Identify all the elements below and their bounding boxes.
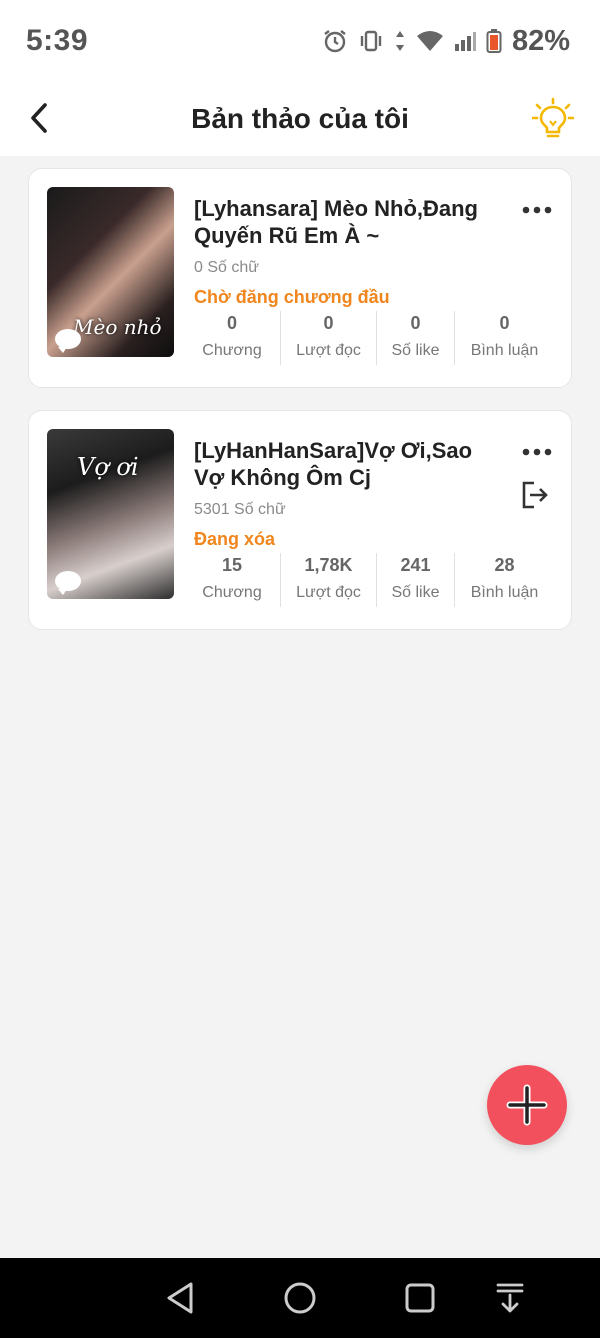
- battery-percentage: 82%: [511, 24, 570, 57]
- stat-label: Số like: [391, 342, 440, 359]
- stat-comments: 0 Bình luận: [455, 311, 554, 365]
- word-count: 0 Số chữ: [194, 259, 259, 276]
- stat-value: 0: [410, 313, 421, 333]
- notification-pull-icon: [496, 1283, 524, 1313]
- stat-chapters: 0 Chương: [184, 311, 281, 365]
- alarm-icon: [322, 28, 348, 54]
- stat-likes: 241 Số like: [377, 553, 455, 607]
- word-count: 5301 Số chữ: [194, 501, 286, 518]
- system-nav-bar: [0, 1258, 600, 1338]
- cover-title: Vợ ơi: [77, 453, 139, 481]
- exit-icon: [522, 481, 548, 509]
- vibrate-icon: [358, 28, 384, 54]
- stat-value: 0: [226, 313, 237, 333]
- status-icons: 82%: [322, 25, 570, 58]
- stat-comments: 28 Bình luận: [455, 553, 554, 607]
- book-cover[interactable]: Vợ ơi: [47, 429, 174, 599]
- stats-row: 15 Chương 1,78K Lượt đọc 241 Số like 28 …: [184, 553, 554, 607]
- stat-value: 241: [400, 555, 431, 575]
- exit-button[interactable]: [519, 479, 551, 511]
- stat-label: Chương: [202, 342, 262, 359]
- book-title[interactable]: [LyHanHanSara]Vợ Ơi,Sao Vợ Không Ôm Cj: [194, 437, 494, 491]
- back-button[interactable]: [24, 98, 54, 138]
- nav-notification-button[interactable]: [490, 1278, 530, 1318]
- draft-card[interactable]: Vợ ơi [LyHanHanSara]Vợ Ơi,Sao Vợ Không Ô…: [28, 410, 572, 630]
- stat-value: 0: [499, 313, 510, 333]
- tips-button[interactable]: [532, 96, 574, 142]
- stat-label: Số like: [391, 584, 440, 601]
- status-bar: 5:39 82%: [0, 0, 600, 82]
- publish-status: Đang xóa: [194, 529, 276, 549]
- more-dots-icon: [522, 448, 552, 456]
- stat-reads: 1,78K Lượt đọc: [281, 553, 377, 607]
- cover-title: Mèo nhỏ: [73, 315, 162, 339]
- recents-square-icon: [405, 1283, 435, 1313]
- lightbulb-icon: [532, 97, 574, 138]
- page-title: Bản thảo của tôi: [191, 103, 409, 134]
- nav-home-button[interactable]: [280, 1278, 320, 1318]
- chevron-left-icon: [31, 103, 47, 133]
- status-time: 5:39: [26, 24, 89, 57]
- stat-chapters: 15 Chương: [184, 553, 281, 607]
- stat-value: 28: [494, 555, 515, 575]
- draft-card[interactable]: Mèo nhỏ [Lyhansara] Mèo Nhỏ,Đang Quyến R…: [28, 168, 572, 388]
- stat-label: Bình luận: [470, 342, 539, 359]
- more-dots-icon: [522, 206, 552, 214]
- back-triangle-icon: [167, 1282, 193, 1314]
- stat-value: 15: [221, 555, 243, 575]
- more-options-button[interactable]: [521, 441, 553, 463]
- battery-icon: [486, 28, 502, 54]
- stats-row: 0 Chương 0 Lượt đọc 0 Số like 0 Bình luậ…: [184, 311, 554, 365]
- nav-back-button[interactable]: [160, 1278, 200, 1318]
- stat-label: Lượt đọc: [296, 584, 361, 601]
- home-circle-icon: [284, 1282, 316, 1314]
- create-story-button[interactable]: [487, 1065, 567, 1145]
- stat-label: Lượt đọc: [296, 342, 361, 359]
- chat-bubble-icon: [55, 329, 81, 353]
- book-cover[interactable]: Mèo nhỏ: [47, 187, 174, 357]
- stat-value: 1,78K: [304, 555, 353, 575]
- nav-recents-button[interactable]: [400, 1278, 440, 1318]
- stat-value: 0: [323, 313, 334, 333]
- data-arrows-icon: [394, 29, 406, 53]
- chat-bubble-icon: [55, 571, 81, 595]
- stat-likes: 0 Số like: [377, 311, 455, 365]
- stat-reads: 0 Lượt đọc: [281, 311, 377, 365]
- publish-status: Chờ đăng chương đầu: [194, 287, 390, 307]
- plus-icon: [506, 1084, 548, 1126]
- book-title[interactable]: [Lyhansara] Mèo Nhỏ,Đang Quyến Rũ Em À ~: [194, 195, 494, 249]
- more-options-button[interactable]: [521, 199, 553, 221]
- stat-label: Chương: [202, 584, 262, 601]
- wifi-icon: [416, 29, 444, 53]
- app-header: Bản thảo của tôi: [0, 82, 600, 156]
- stat-label: Bình luận: [470, 584, 539, 601]
- signal-icon: [454, 30, 476, 52]
